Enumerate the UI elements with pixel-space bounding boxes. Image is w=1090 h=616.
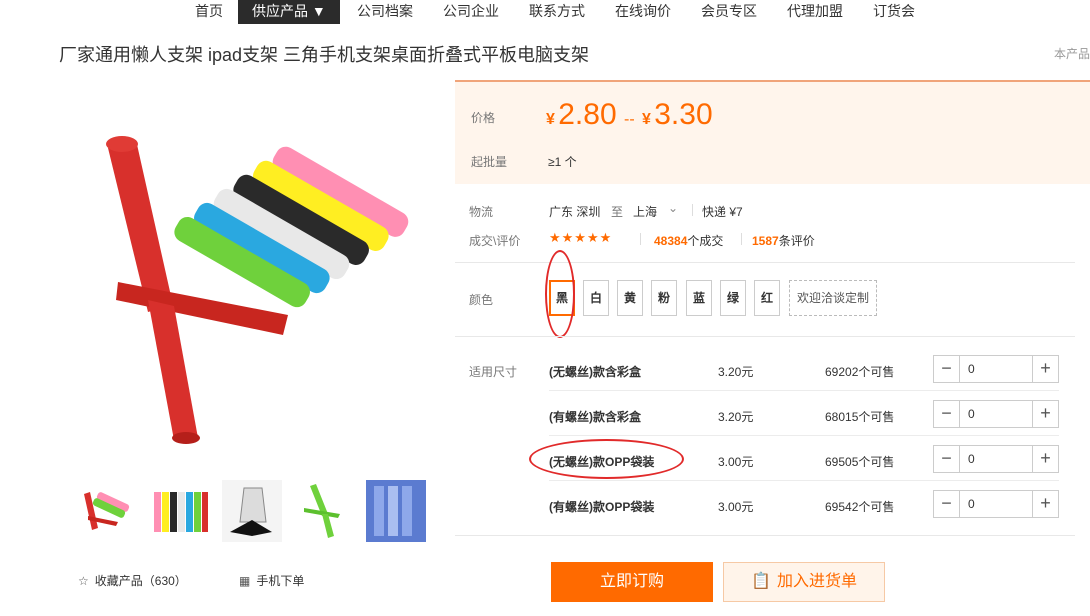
reviews-count[interactable]: 1587条评价 [752,232,815,249]
color-option-yellow[interactable]: 黄 [617,280,643,316]
chevron-down-icon[interactable]: ⌄ [668,201,678,215]
quantity-input[interactable] [961,446,1031,472]
minus-icon[interactable]: − [934,446,960,472]
sku-stock: 69505个可售 [825,455,895,469]
quantity-input[interactable] [961,401,1031,427]
nav-item-company[interactable]: 公司企业 [443,0,499,24]
logistics-to-word: 至 [611,205,624,219]
divider [692,204,693,216]
logistics-destination[interactable]: 上海 [633,203,657,220]
custom-color-option[interactable]: 欢迎洽谈定制 [789,280,877,316]
price-separator: -- [623,111,635,128]
color-option-red[interactable]: 红 [754,280,780,316]
nav-item-products[interactable]: 供应产品 ▼ [238,0,340,24]
section-divider [455,535,1075,536]
sku-price: 3.00元 [718,455,754,469]
quantity-input[interactable] [961,491,1031,517]
express-fee: 快递 ¥7 [702,205,743,219]
thumbnail-3[interactable] [222,480,282,542]
deals-number: 48384 [654,234,688,248]
plus-icon[interactable]: + [1032,401,1058,427]
nav-item-contact[interactable]: 联系方式 [529,0,585,24]
star-outline-icon: ☆ [78,574,89,588]
top-nav: 首页 供应产品 ▼ 公司档案 公司企业 联系方式 在线询价 会员专区 代理加盟 … [0,0,1090,24]
thumbnail-5[interactable] [366,480,426,542]
row-divider [549,480,1059,481]
section-divider [455,336,1075,337]
currency-symbol-2: ¥ [641,111,651,128]
qr-grid-icon: ▦ [239,574,251,588]
buy-now-button[interactable]: 立即订购 [551,562,713,602]
quantity-stepper: − + [933,400,1059,428]
sku-stock: 69542个可售 [825,500,895,514]
nav-item-inquiry[interactable]: 在线询价 [615,0,671,24]
product-main-image [78,120,418,460]
mobile-order[interactable]: ▦ 手机下单 [239,572,304,589]
logistics-label: 物流 [469,205,494,219]
thumbnail-2[interactable] [150,480,210,542]
sku-name: (有螺丝)款含彩盒 [549,410,641,424]
moq-label: 起批量 [471,155,508,169]
nav-item-members[interactable]: 会员专区 [701,0,757,24]
nav-item-home[interactable]: 首页 [195,0,223,24]
deals-count[interactable]: 48384个成交 [654,232,723,249]
minus-icon[interactable]: − [934,356,960,382]
moq-value: ≥1 个 [548,155,577,169]
sku-stock: 69202个可售 [825,365,895,379]
price-range: ¥ 2.80 -- ¥ 3.30 [546,98,713,132]
reviews-suffix: 条评价 [778,234,815,248]
currency-symbol: ¥ [546,111,555,128]
nav-item-agency[interactable]: 代理加盟 [787,0,843,24]
sku-price: 3.20元 [718,410,754,424]
quantity-stepper: − + [933,355,1059,383]
reviews-number: 1587 [752,234,779,248]
row-divider [549,435,1059,436]
row-divider [549,390,1059,391]
color-label: 颜色 [469,293,494,307]
thumbnail-1[interactable] [78,480,138,542]
divider [640,233,641,245]
deals-suffix: 个成交 [687,234,724,248]
section-divider [455,262,1075,263]
plus-icon[interactable]: + [1032,356,1058,382]
quantity-stepper: − + [933,490,1059,518]
add-to-cart-label: 加入进货单 [776,573,857,590]
color-option-pink[interactable]: 粉 [651,280,677,316]
size-label: 适用尺寸 [469,365,518,379]
favorite-label: 收藏产品（630） [94,574,187,588]
quantity-input[interactable] [961,356,1031,382]
price-low: 2.80 [558,98,617,131]
side-note: 本产品 [1054,47,1090,61]
favorite-product[interactable]: ☆ 收藏产品（630） [78,572,187,589]
sku-stock: 68015个可售 [825,410,895,424]
sku-price: 3.20元 [718,365,754,379]
thumbnail-4[interactable] [294,480,354,542]
product-title: 厂家通用懒人支架 ipad支架 三角手机支架桌面折叠式平板电脑支架 [59,45,590,65]
sku-name: (无螺丝)款OPP袋装 [549,455,655,469]
clipboard-icon: 📋 [751,573,771,590]
color-option-black[interactable]: 黑 [549,280,575,316]
logistics-from: 广东 深圳 [549,205,601,219]
plus-icon[interactable]: + [1032,446,1058,472]
color-option-white[interactable]: 白 [583,280,609,316]
minus-icon[interactable]: − [934,491,960,517]
nav-item-company-profile[interactable]: 公司档案 [357,0,413,24]
divider [741,233,742,245]
quantity-stepper: − + [933,445,1059,473]
nav-item-order-fair[interactable]: 订货会 [873,0,915,24]
sku-price: 3.00元 [718,500,754,514]
color-option-green[interactable]: 绿 [720,280,746,316]
color-option-blue[interactable]: 蓝 [686,280,712,316]
price-label: 价格 [471,111,496,125]
mobile-order-label: 手机下单 [256,574,305,588]
rating-stars: ★★★★★ [549,230,613,245]
plus-icon[interactable]: + [1032,491,1058,517]
add-to-cart-button[interactable]: 📋 加入进货单 [723,562,885,602]
price-high: 3.30 [654,98,713,131]
sku-name: (有螺丝)款OPP袋装 [549,500,655,514]
reviews-label: 成交\评价 [469,234,521,248]
minus-icon[interactable]: − [934,401,960,427]
sku-name: (无螺丝)款含彩盒 [549,365,641,379]
